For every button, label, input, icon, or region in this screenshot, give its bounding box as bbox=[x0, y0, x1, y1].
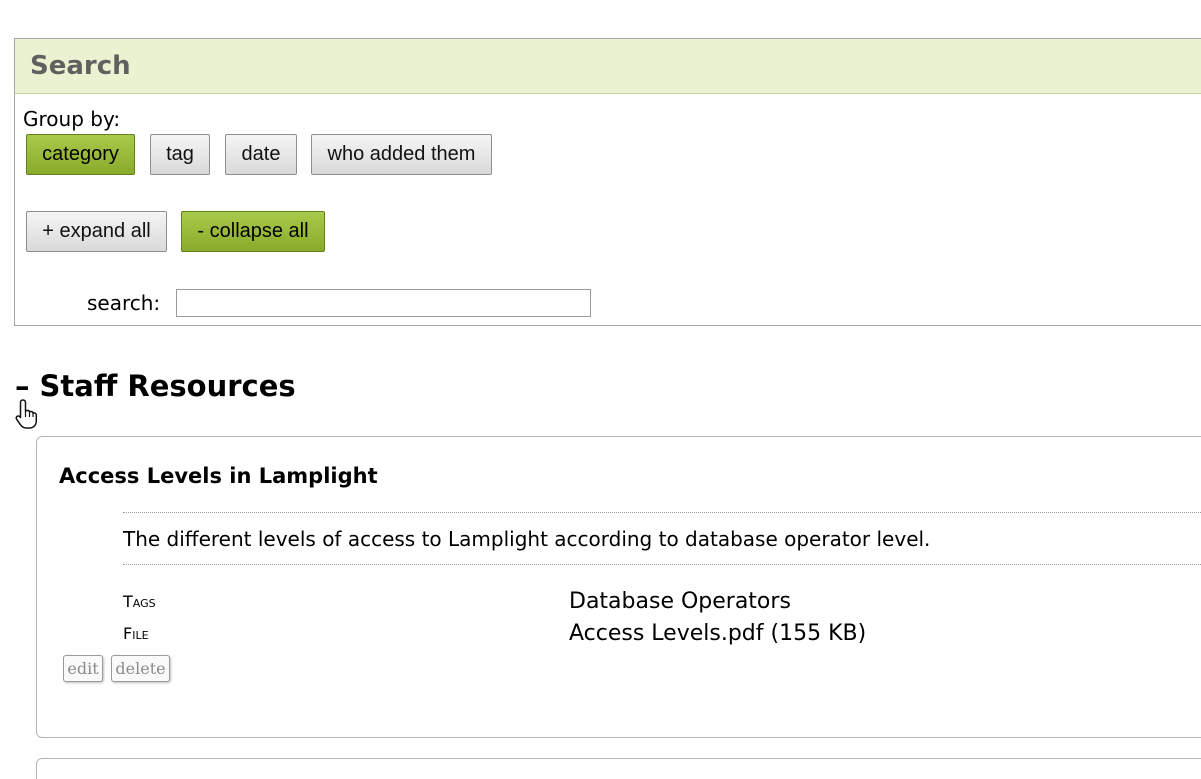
tags-value: Database Operators bbox=[569, 589, 791, 614]
resource-title[interactable]: Access Levels in Lamplight bbox=[59, 464, 378, 488]
section-heading: – Staff Resources bbox=[15, 369, 296, 403]
next-resource-card bbox=[36, 758, 1201, 779]
delete-button[interactable]: delete bbox=[111, 655, 170, 682]
group-by-category-button[interactable]: category bbox=[26, 134, 135, 175]
hand-pointer-icon bbox=[15, 399, 38, 429]
search-label: search: bbox=[87, 291, 161, 315]
file-link[interactable]: Access Levels.pdf (155 KB) bbox=[569, 621, 866, 646]
section-title: Staff Resources bbox=[39, 369, 296, 403]
file-label: File bbox=[123, 624, 149, 643]
tags-label: Tags bbox=[123, 592, 156, 611]
search-input[interactable] bbox=[176, 289, 591, 317]
search-title: Search bbox=[30, 51, 131, 81]
search-panel: Search Group by: category tag date who a… bbox=[14, 38, 1201, 326]
edit-button[interactable]: edit bbox=[63, 655, 103, 682]
search-header: Search bbox=[15, 39, 1201, 94]
group-by-who-added-button[interactable]: who added them bbox=[311, 134, 492, 175]
group-by-label: Group by: bbox=[23, 107, 121, 131]
resource-description: The different levels of access to Lampli… bbox=[123, 512, 1201, 565]
resource-card: Access Levels in Lamplight The different… bbox=[36, 436, 1201, 738]
expand-all-button[interactable]: + expand all bbox=[26, 211, 167, 252]
collapse-all-button[interactable]: - collapse all bbox=[181, 211, 325, 252]
group-by-date-button[interactable]: date bbox=[225, 134, 297, 175]
group-by-tag-button[interactable]: tag bbox=[150, 134, 210, 175]
